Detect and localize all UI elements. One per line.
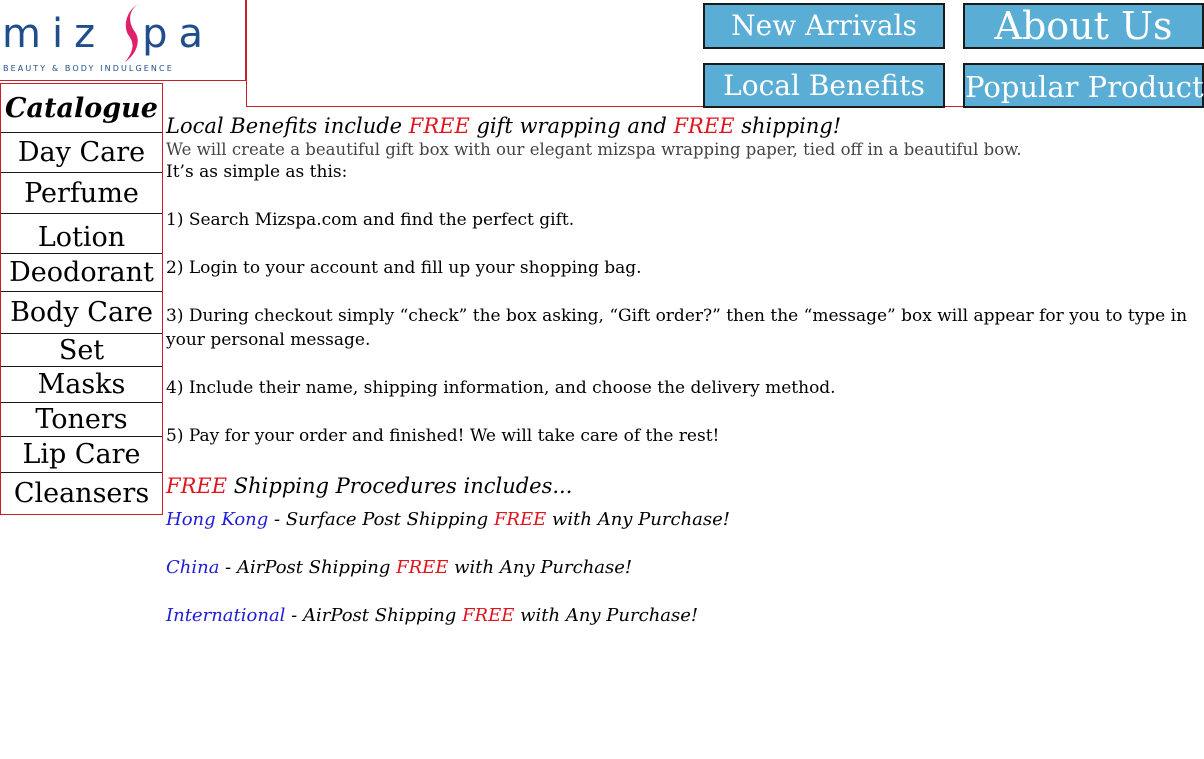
shipping-hong-kong: Hong Kong - Surface Post Shipping FREE w… xyxy=(166,509,731,530)
gift-wrap-description: We will create a beautiful gift box with… xyxy=(166,140,1022,159)
sidebar-item-day-care[interactable]: Day Care xyxy=(1,133,162,173)
sidebar-item-deodorant[interactable]: Deodorant xyxy=(1,254,162,292)
nav-popular-products-button[interactable]: Popular Products xyxy=(963,63,1204,108)
catalogue-heading: Catalogue xyxy=(1,84,162,133)
sidebar-item-masks[interactable]: Masks xyxy=(1,367,162,403)
sidebar-item-toners[interactable]: Toners xyxy=(1,403,162,437)
shipping-international: International - AirPost Shipping FREE wi… xyxy=(166,605,699,626)
sidebar-item-lotion[interactable]: Lotion xyxy=(1,214,162,254)
step-3: 3) During checkout simply “check” the bo… xyxy=(166,306,1188,350)
sidebar-item-lip-care[interactable]: Lip Care xyxy=(1,437,162,473)
step-5: 5) Pay for your order and finished! We w… xyxy=(166,426,720,446)
logo[interactable]: miz pa BEAUTY & BODY INDULGENCE xyxy=(0,0,246,81)
logo-tagline: BEAUTY & BODY INDULGENCE xyxy=(3,64,174,73)
sidebar-item-set[interactable]: Set xyxy=(1,334,162,367)
steps-intro: It’s as simple as this: xyxy=(166,162,348,182)
nav-about-us-button[interactable]: About Us xyxy=(963,3,1204,49)
page-title: Local Benefits include FREE gift wrappin… xyxy=(166,114,842,138)
sidebar-item-perfume[interactable]: Perfume xyxy=(1,173,162,214)
shipping-heading: FREE Shipping Procedures includes... xyxy=(166,474,573,498)
main-content: Local Benefits include FREE gift wrappin… xyxy=(166,112,1196,628)
nav-new-arrivals-button[interactable]: New Arrivals xyxy=(703,3,945,49)
nav-local-benefits-button[interactable]: Local Benefits xyxy=(703,63,945,108)
step-4: 4) Include their name, shipping informat… xyxy=(166,378,836,398)
shipping-china: China - AirPost Shipping FREE with Any P… xyxy=(166,557,633,578)
logo-wordmark: miz pa xyxy=(2,11,214,57)
step-2: 2) Login to your account and fill up you… xyxy=(166,258,642,278)
step-1: 1) Search Mizspa.com and find the perfec… xyxy=(166,210,575,230)
sidebar-item-body-care[interactable]: Body Care xyxy=(1,292,162,334)
catalogue-sidebar: Catalogue Day Care Perfume Lotion Deodor… xyxy=(0,83,163,515)
sidebar-item-cleansers[interactable]: Cleansers xyxy=(1,473,162,514)
logo-s-swoosh-icon xyxy=(125,4,138,62)
